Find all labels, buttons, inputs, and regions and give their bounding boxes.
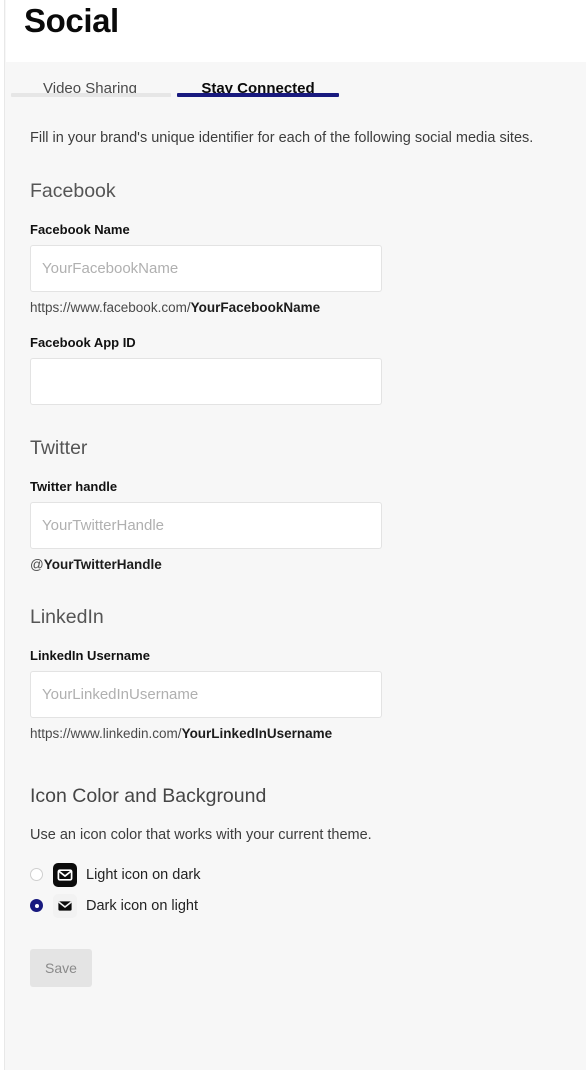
field-facebook-name: Facebook Name https://www.facebook.com/Y…	[30, 222, 568, 317]
helper-linkedin-username: https://www.linkedin.com/YourLinkedInUse…	[30, 725, 568, 743]
section-title-linkedin: LinkedIn	[30, 606, 104, 628]
facebook-name-input[interactable]	[30, 245, 382, 292]
page-header: Social	[6, 0, 586, 62]
helper-twitter-handle: @YourTwitterHandle	[30, 556, 568, 574]
radio-light-icon-on-dark[interactable]	[30, 868, 43, 881]
settings-page: Social Video Sharing Stay Connected Fill…	[6, 0, 586, 1070]
facebook-app-id-input[interactable]	[30, 358, 382, 405]
tab-stay-connected[interactable]: Stay Connected	[177, 62, 339, 97]
tab-stay-connected-underline	[177, 93, 339, 97]
field-linkedin-username: LinkedIn Username https://www.linkedin.c…	[30, 648, 568, 743]
helper-facebook-name: https://www.facebook.com/YourFacebookNam…	[30, 299, 568, 317]
twitter-handle-input[interactable]	[30, 502, 382, 549]
section-title-icon-color: Icon Color and Background	[30, 785, 267, 807]
field-twitter-handle: Twitter handle @YourTwitterHandle	[30, 479, 568, 574]
field-label-facebook-app-id: Facebook App ID	[30, 335, 136, 350]
helper-facebook-name-prefix: https://www.facebook.com/	[30, 300, 191, 315]
mail-icon-dark-on-light	[53, 893, 77, 918]
radio-label-light-icon-on-dark: Light icon on dark	[86, 866, 201, 883]
save-button[interactable]: Save	[30, 949, 92, 987]
radio-dark-icon-on-light[interactable]	[30, 899, 43, 912]
helper-linkedin-username-prefix: https://www.linkedin.com/	[30, 726, 182, 741]
tab-video-sharing-underline	[11, 93, 171, 97]
radio-label-dark-icon-on-light: Dark icon on light	[86, 897, 199, 914]
icon-color-description: Use an icon color that works with your c…	[30, 827, 372, 843]
helper-twitter-handle-value: YourTwitterHandle	[43, 557, 162, 572]
linkedin-username-input[interactable]	[30, 671, 382, 718]
tab-bar: Video Sharing Stay Connected	[6, 62, 586, 106]
field-label-twitter-handle: Twitter handle	[30, 479, 118, 494]
section-title-facebook: Facebook	[30, 180, 116, 202]
radio-option-dark-icon-on-light[interactable]: Dark icon on light	[30, 890, 568, 921]
icon-color-options: Light icon on dark Dark icon on light	[30, 859, 568, 921]
settings-content: Fill in your brand's unique identifier f…	[6, 128, 586, 987]
helper-twitter-handle-prefix: @	[30, 557, 44, 572]
section-title-twitter: Twitter	[30, 437, 88, 459]
tab-video-sharing[interactable]: Video Sharing	[11, 62, 171, 97]
helper-linkedin-username-value: YourLinkedInUsername	[181, 726, 333, 741]
mail-icon-light-on-dark	[53, 862, 77, 887]
radio-option-light-icon-on-dark[interactable]: Light icon on dark	[30, 859, 568, 890]
intro-text: Fill in your brand's unique identifier f…	[30, 130, 534, 146]
field-label-linkedin-username: LinkedIn Username	[30, 648, 150, 663]
form-actions: Save	[30, 949, 568, 987]
helper-facebook-name-value: YourFacebookName	[190, 300, 321, 315]
field-facebook-app-id: Facebook App ID	[30, 335, 568, 405]
field-label-facebook-name: Facebook Name	[30, 222, 130, 237]
page-title: Social	[24, 2, 119, 39]
left-edge-rail	[0, 0, 5, 1070]
